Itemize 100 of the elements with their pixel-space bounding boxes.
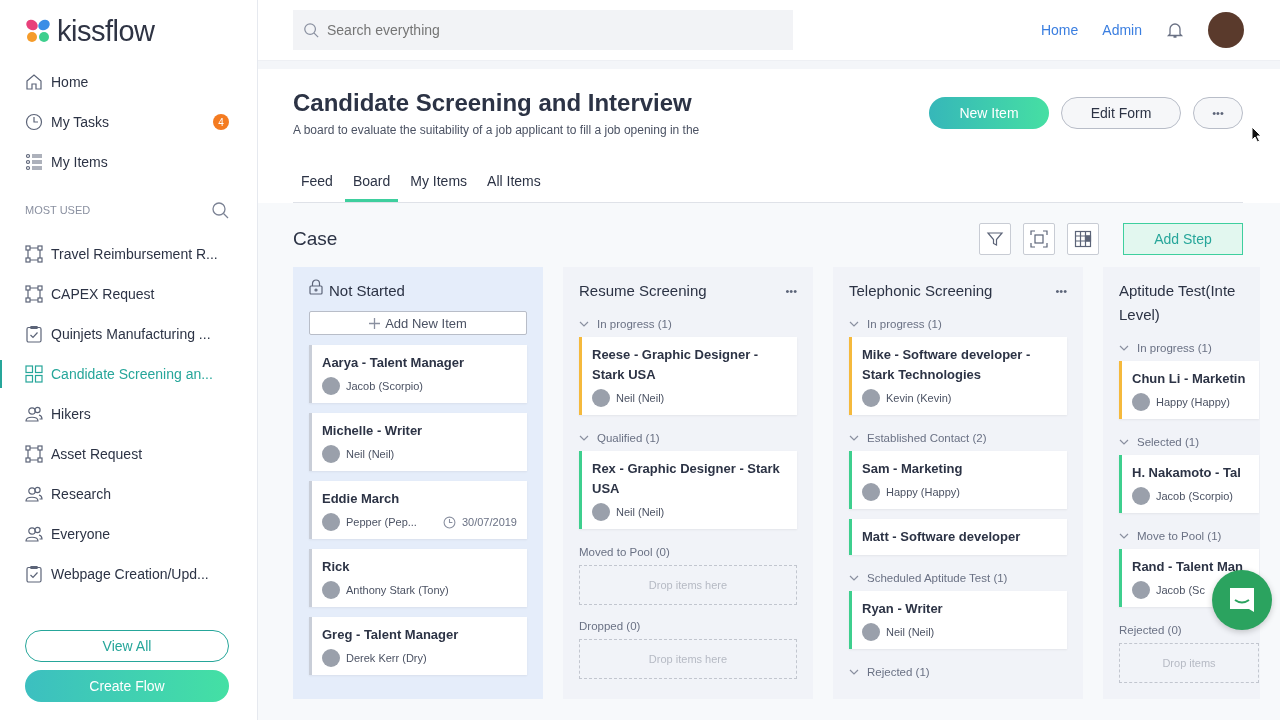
search-field[interactable]: Search everything <box>293 10 793 50</box>
card-title: Ryan - Writer <box>862 600 944 618</box>
assignee-name: Jacob (Scorpio) <box>1156 490 1234 502</box>
nav-item[interactable]: My Items <box>25 142 229 182</box>
butterfly-logo-icon <box>25 18 51 44</box>
chevron-down-icon[interactable] <box>1119 533 1129 539</box>
chevron-down-icon[interactable] <box>849 575 859 581</box>
assignee-name: Happy (Happy) <box>1156 396 1230 408</box>
item-card[interactable]: Rick Anthony Stark (Tony) <box>309 549 527 607</box>
sidebar-item[interactable]: Hikers <box>25 394 229 434</box>
group-label: Rejected (0) <box>1119 624 1182 636</box>
item-card[interactable]: Mike - Software developer - Stark Technologies Kevin (Kevin) <box>849 337 1067 415</box>
group-label: Rejected (1) <box>867 666 930 678</box>
item-icon <box>25 285 43 303</box>
item-card[interactable]: Rex - Graphic Designer - Stark USA Neil (Neil) <box>579 451 797 529</box>
page-description: A board to evaluate the suitability of a job applicant to fill a job opening in the <box>293 123 700 137</box>
chevron-down-icon[interactable] <box>1119 345 1129 351</box>
group-label: Dropped (0) <box>579 620 641 632</box>
avatar <box>1132 393 1150 411</box>
chevron-down-icon[interactable] <box>849 435 859 441</box>
avatar <box>322 377 340 395</box>
section-label: MOST USED <box>25 204 91 216</box>
nav-icon <box>25 73 43 91</box>
assignee-name: Pepper (Pep... <box>346 516 417 528</box>
item-icon <box>25 525 43 543</box>
avatar <box>1132 487 1150 505</box>
sidebar-item[interactable]: Everyone <box>25 514 229 554</box>
nav-link[interactable]: Admin <box>1102 22 1142 38</box>
chevron-down-icon[interactable] <box>849 321 859 327</box>
chevron-down-icon[interactable] <box>579 435 589 441</box>
fit-screen-icon[interactable] <box>1023 223 1055 255</box>
assignee-name: Neil (Neil) <box>616 392 665 404</box>
plus-icon <box>369 317 381 329</box>
chevron-down-icon[interactable] <box>849 669 859 675</box>
tab[interactable]: Feed <box>293 165 341 202</box>
item-card[interactable]: Sam - Marketing Happy (Happy) <box>849 451 1067 509</box>
logo-text: kissflow <box>57 14 155 48</box>
sidebar-item[interactable]: Asset Request <box>25 434 229 474</box>
group-label: Move to Pool (1) <box>1137 530 1222 542</box>
assignee-name: Anthony Stark (Tony) <box>346 584 449 596</box>
item-card[interactable]: Greg - Talent Manager Derek Kerr (Dry) <box>309 617 527 675</box>
avatar <box>1132 581 1150 599</box>
add-new-item-button[interactable]: Add New Item <box>309 311 527 335</box>
tab[interactable]: My Items <box>402 165 476 202</box>
item-card[interactable]: Eddie March Pepper (Pep... 30/07/2019 <box>309 481 527 539</box>
tab[interactable]: All Items <box>479 165 549 202</box>
column-menu-button[interactable]: ••• <box>785 279 797 303</box>
bell-icon[interactable] <box>1166 21 1184 39</box>
search-icon[interactable] <box>211 201 229 219</box>
nav-item[interactable]: Home <box>25 62 229 102</box>
nav-icon <box>25 153 43 171</box>
item-card[interactable]: Reese - Graphic Designer - Stark USA Neil (Neil) <box>579 337 797 415</box>
card-title: Chun Li - Marketin <box>1132 370 1247 388</box>
filter-icon[interactable] <box>979 223 1011 255</box>
group-label: Qualified (1) <box>597 432 660 444</box>
page-title: Candidate Screening and Interview <box>293 89 693 117</box>
item-icon <box>25 485 43 503</box>
board-title: Case <box>293 228 338 250</box>
item-icon <box>25 445 43 463</box>
avatar <box>862 389 880 407</box>
edit-form-button[interactable]: Edit Form <box>1061 97 1181 129</box>
group-label: Moved to Pool (0) <box>579 546 670 558</box>
sidebar-item[interactable]: Travel Reimbursement R... <box>25 234 229 274</box>
table-icon[interactable] <box>1067 223 1099 255</box>
avatar <box>592 503 610 521</box>
assignee-name: Neil (Neil) <box>346 448 395 460</box>
nav-icon <box>25 113 43 131</box>
chevron-down-icon[interactable] <box>1119 439 1129 445</box>
sidebar-item[interactable]: CAPEX Request <box>25 274 229 314</box>
avatar <box>322 445 340 463</box>
avatar <box>862 623 880 641</box>
item-card[interactable]: Ryan - Writer Neil (Neil) <box>849 591 1067 649</box>
more-button[interactable]: ••• <box>1193 97 1243 129</box>
nav-item[interactable]: My Tasks 4 <box>25 102 229 142</box>
item-card[interactable]: Chun Li - Marketin Happy (Happy) <box>1119 361 1259 419</box>
count-badge: 4 <box>213 114 229 130</box>
card-title: H. Nakamoto - Tal <box>1132 464 1242 482</box>
chevron-down-icon[interactable] <box>579 321 589 327</box>
assignee-name: Happy (Happy) <box>886 486 960 498</box>
nav-link[interactable]: Home <box>1040 22 1079 38</box>
card-title: Greg - Talent Manager <box>322 626 460 644</box>
group-label: Scheduled Aptitude Test (1) <box>867 572 1008 584</box>
column-menu-button[interactable]: ••• <box>1055 279 1067 303</box>
avatar <box>862 483 880 501</box>
card-title: Sam - Marketing <box>862 460 964 478</box>
avatar <box>322 513 340 531</box>
avatar[interactable] <box>1208 12 1244 48</box>
assignee-name: Derek Kerr (Dry) <box>346 652 427 664</box>
item-icon <box>25 365 43 383</box>
item-card[interactable]: Aarya - Talent Manager Jacob (Scorpio) <box>309 345 527 403</box>
avatar <box>322 581 340 599</box>
item-card[interactable]: H. Nakamoto - Tal Jacob (Scorpio) <box>1119 455 1259 513</box>
sidebar-item[interactable]: Webpage Creation/Upd... <box>25 554 229 594</box>
item-card[interactable]: Matt - Software developer <box>849 519 1067 555</box>
item-card[interactable]: Michelle - Writer Neil (Neil) <box>309 413 527 471</box>
due-date: 30/07/2019 <box>461 516 517 528</box>
sidebar-item[interactable]: Quinjets Manufacturing ... <box>25 314 229 354</box>
column-title: Resume Screening <box>579 281 707 301</box>
item-icon <box>25 325 43 343</box>
sidebar-item[interactable]: Research <box>25 474 229 514</box>
